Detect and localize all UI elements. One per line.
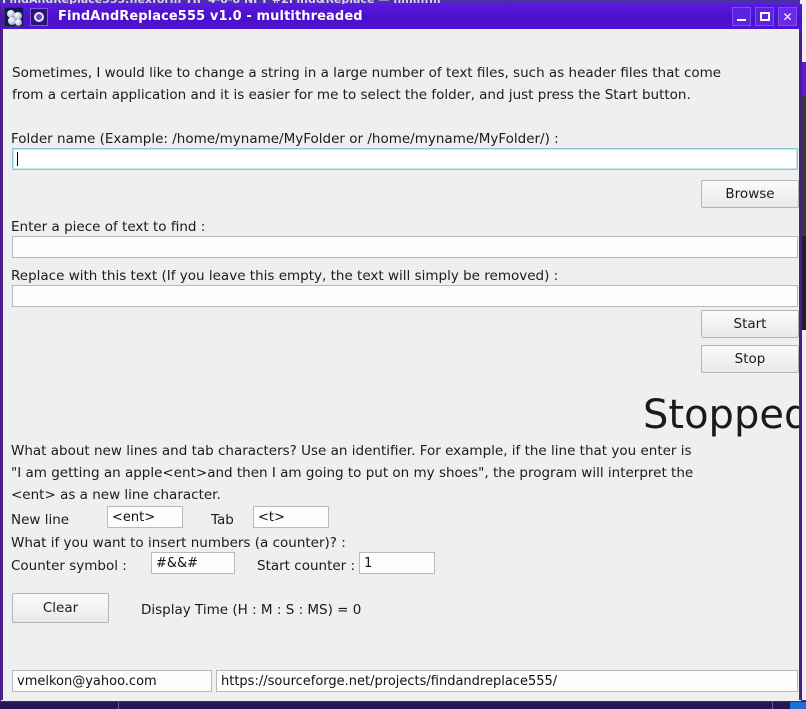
browse-button[interactable]: Browse (701, 180, 799, 208)
email-input[interactable] (12, 670, 212, 692)
app-spheres-icon (4, 6, 24, 27)
identifiers-help-line-3: <ent> as a new line character. (11, 487, 221, 503)
window-client-area: Sometimes, I would like to change a stri… (1, 29, 801, 700)
maximize-icon[interactable] (755, 7, 774, 26)
identifiers-help-line-2: "I am getting an apple<ent>and then I am… (11, 465, 694, 481)
window-title: FindAndReplace555 v1.0 - multithreaded (58, 9, 363, 24)
tab-input[interactable] (253, 506, 329, 528)
minimize-icon[interactable] (732, 7, 751, 26)
find-text-input[interactable] (12, 236, 798, 258)
text-caret (17, 152, 18, 166)
start-counter-label: Start counter : (257, 558, 356, 574)
close-icon[interactable]: ✕ (778, 7, 797, 26)
display-time-label: Display Time (H : M : S : MS) = 0 (141, 602, 362, 618)
folder-name-label: Folder name (Example: /home/myname/MyFol… (11, 131, 559, 147)
replace-text-label: Replace with this text (If you leave thi… (11, 268, 559, 284)
intro-line-1: Sometimes, I would like to change a stri… (12, 65, 722, 81)
tab-label: Tab (211, 512, 234, 528)
identifiers-help-line-1: What about new lines and tab characters?… (11, 443, 692, 459)
start-button[interactable]: Start (701, 310, 799, 338)
clear-button[interactable]: Clear (12, 593, 109, 623)
disc-icon (30, 7, 48, 26)
desktop-background: FindAndReplace555.flexform TIF 4-8-8 NFT… (0, 0, 806, 709)
status-label: Stopped (643, 392, 801, 438)
counter-symbol-input[interactable] (151, 552, 235, 574)
intro-line-2: from a certain application and it is eas… (12, 87, 691, 103)
url-input[interactable] (216, 670, 798, 692)
newline-label: New line (11, 512, 70, 528)
findandreplace-window: FindAndReplace555 v1.0 - multithreaded ✕… (0, 4, 802, 702)
counter-help-label: What if you want to insert numbers (a co… (11, 535, 346, 551)
find-text-label: Enter a piece of text to find : (11, 219, 206, 235)
window-titlebar[interactable]: FindAndReplace555 v1.0 - multithreaded ✕ (1, 4, 801, 29)
folder-name-input[interactable] (12, 148, 798, 170)
counter-symbol-label: Counter symbol : (11, 558, 127, 574)
start-counter-input[interactable] (359, 552, 435, 574)
window-controls: ✕ (732, 7, 797, 26)
stop-button[interactable]: Stop (701, 345, 799, 373)
newline-input[interactable] (107, 506, 183, 528)
replace-text-input[interactable] (12, 285, 798, 307)
